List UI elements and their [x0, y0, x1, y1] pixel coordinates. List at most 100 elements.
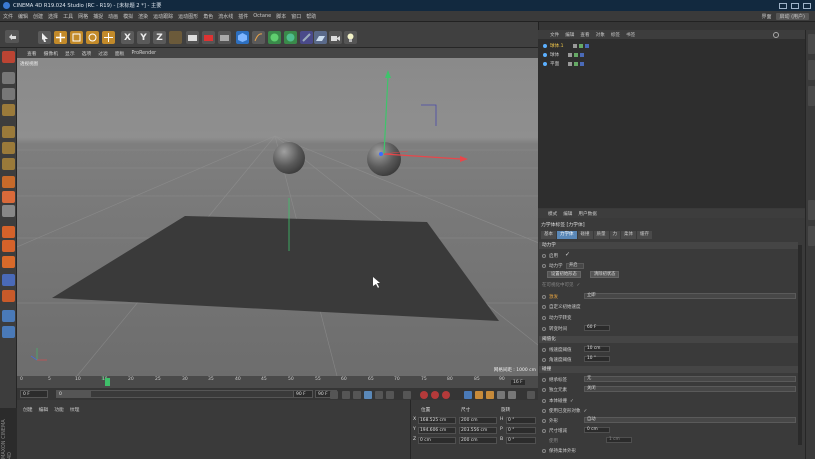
- menu-plugins[interactable]: 插件: [238, 13, 248, 20]
- animate-dot-icon[interactable]: [542, 388, 546, 392]
- tweak-mode-icon[interactable]: [2, 191, 15, 203]
- search-icon[interactable]: [773, 32, 779, 38]
- go-to-start-icon[interactable]: [330, 391, 338, 399]
- menu-mograph[interactable]: 运动图形: [178, 13, 198, 20]
- section-threshold[interactable]: 阈值化: [539, 336, 798, 343]
- tab-collision[interactable]: 碰撞: [577, 231, 593, 239]
- spline-pen-icon[interactable]: [252, 31, 265, 44]
- content-browser-vertical-tab[interactable]: [808, 86, 815, 106]
- position-x-field[interactable]: 168.525 cm: [418, 417, 456, 424]
- layers-vertical-tab[interactable]: [808, 226, 815, 246]
- axis-z-button[interactable]: Z: [153, 31, 166, 44]
- start-frame-field[interactable]: 0 F: [20, 390, 48, 398]
- individual-elements-dropdown[interactable]: 关闭: [584, 386, 796, 392]
- animate-dot-icon[interactable]: [542, 305, 546, 309]
- size-z-field[interactable]: 200 cm: [459, 437, 497, 444]
- shape-dropdown[interactable]: 自动: [584, 417, 796, 423]
- animate-dot-icon[interactable]: [542, 295, 546, 299]
- axis-y-button[interactable]: Y: [137, 31, 150, 44]
- attr-menu-edit[interactable]: 编辑: [563, 211, 572, 217]
- viewport-menu-options[interactable]: 选项: [82, 50, 92, 57]
- om-menu-edit[interactable]: 编辑: [565, 32, 574, 38]
- enabled-check-icon[interactable]: [574, 62, 579, 66]
- size-increment-field[interactable]: 0 cm: [584, 427, 610, 433]
- menu-pipeline[interactable]: 流水线: [218, 13, 233, 20]
- set-initial-state-button[interactable]: 设置初始形态: [547, 271, 581, 278]
- select-arrow-icon[interactable]: [38, 31, 51, 44]
- timeline-settings-icon[interactable]: [527, 391, 535, 399]
- deformer-icon[interactable]: [300, 31, 313, 44]
- animate-dot-icon[interactable]: [542, 264, 546, 268]
- object-name[interactable]: 球体.1: [550, 43, 564, 49]
- scale-key-icon[interactable]: [475, 391, 483, 399]
- play-pause-icon[interactable]: [364, 391, 372, 399]
- menu-render[interactable]: 渲染: [138, 13, 148, 20]
- menu-character[interactable]: 角色: [203, 13, 213, 20]
- move-icon[interactable]: [54, 31, 67, 44]
- perspective-viewport[interactable]: 透视视图 网格间距 : 1000 cm: [17, 58, 538, 376]
- section-collision[interactable]: 碰撞: [539, 366, 798, 373]
- attr-menu-userdata[interactable]: 用户数据: [578, 211, 596, 217]
- collider-tag-icon[interactable]: [580, 62, 585, 66]
- visibility-dot-icon[interactable]: [568, 62, 573, 66]
- menu-snap[interactable]: 捕捉: [93, 13, 103, 20]
- size-x-field[interactable]: 200 cm: [459, 417, 497, 424]
- animate-dot-icon[interactable]: [542, 358, 546, 362]
- material-menu-texture[interactable]: 纹理: [70, 406, 80, 413]
- size-y-field[interactable]: 203.556 cm: [459, 427, 497, 434]
- sphere-object[interactable]: [273, 142, 305, 174]
- material-menu-function[interactable]: 功能: [54, 406, 64, 413]
- menu-help[interactable]: 帮助: [306, 13, 316, 20]
- position-key-icon[interactable]: [464, 391, 472, 399]
- edges-mode-icon[interactable]: [2, 142, 15, 154]
- floor-icon[interactable]: [314, 31, 327, 44]
- attributes-vertical-tab[interactable]: [808, 200, 815, 220]
- enabled-check-icon[interactable]: [578, 44, 583, 48]
- rotation-h-field[interactable]: 0 °: [506, 417, 536, 424]
- tab-cache[interactable]: 缓存: [637, 231, 652, 239]
- attr-menu-mode[interactable]: 模式: [548, 211, 557, 217]
- menu-script[interactable]: 脚本: [276, 13, 286, 20]
- dynamics-tag-icon[interactable]: [580, 53, 585, 57]
- self-collision-checkbox[interactable]: ✓: [570, 399, 574, 404]
- next-key-icon[interactable]: [386, 391, 394, 399]
- coordinate-system-icon[interactable]: [169, 31, 182, 44]
- maximize-button[interactable]: [791, 2, 799, 9]
- menu-simulate[interactable]: 模拟: [123, 13, 133, 20]
- timeline-ruler[interactable]: 0 5 10 15 20 25 30 35 40 45 50 55 60 65 …: [17, 376, 538, 388]
- clear-initial-state-button[interactable]: 清除初状态: [590, 271, 620, 278]
- tab-force[interactable]: 力: [609, 231, 620, 239]
- rotation-p-field[interactable]: 0 °: [506, 427, 536, 434]
- om-menu-view[interactable]: 查看: [580, 32, 589, 38]
- om-menu-bookmarks[interactable]: 书签: [626, 32, 635, 38]
- visibility-dot-icon[interactable]: [568, 53, 573, 57]
- objects-vertical-tab[interactable]: [808, 34, 815, 54]
- attributes-scrollbar[interactable]: [798, 245, 802, 445]
- workplane-lock-icon[interactable]: [2, 240, 15, 252]
- position-z-field[interactable]: 0 cm: [418, 437, 456, 444]
- position-y-field[interactable]: 194.606 cm: [418, 427, 456, 434]
- animate-dot-icon[interactable]: [542, 399, 546, 403]
- animate-dot-icon[interactable]: [542, 429, 546, 433]
- tab-soft-body[interactable]: 柔体: [621, 231, 636, 239]
- layout-select[interactable]: 启动 (用户): [775, 12, 809, 20]
- autokey-icon[interactable]: [431, 391, 439, 399]
- menu-mesh[interactable]: 网格: [78, 13, 88, 20]
- keyframe-selection-icon[interactable]: [442, 391, 450, 399]
- menu-edit[interactable]: 编辑: [18, 13, 28, 20]
- light-icon[interactable]: [344, 31, 357, 44]
- object-name[interactable]: 平面: [550, 61, 559, 67]
- animate-dot-icon[interactable]: [542, 449, 546, 453]
- layer-browser-icon[interactable]: [2, 326, 15, 338]
- close-button[interactable]: [803, 2, 811, 9]
- viewport-menu-display[interactable]: 显示: [65, 50, 75, 57]
- takes-vertical-tab[interactable]: [808, 60, 815, 80]
- plane-object[interactable]: [52, 216, 499, 321]
- object-row-plane[interactable]: 平面: [543, 60, 585, 68]
- move-handle-x-arrow[interactable]: [460, 156, 468, 162]
- animate-dot-icon[interactable]: [542, 254, 546, 258]
- viewport-solo-icon[interactable]: [2, 310, 15, 322]
- animate-dot-icon[interactable]: [542, 348, 546, 352]
- model-mode-icon[interactable]: [2, 72, 15, 84]
- menu-tools[interactable]: 工具: [63, 13, 73, 20]
